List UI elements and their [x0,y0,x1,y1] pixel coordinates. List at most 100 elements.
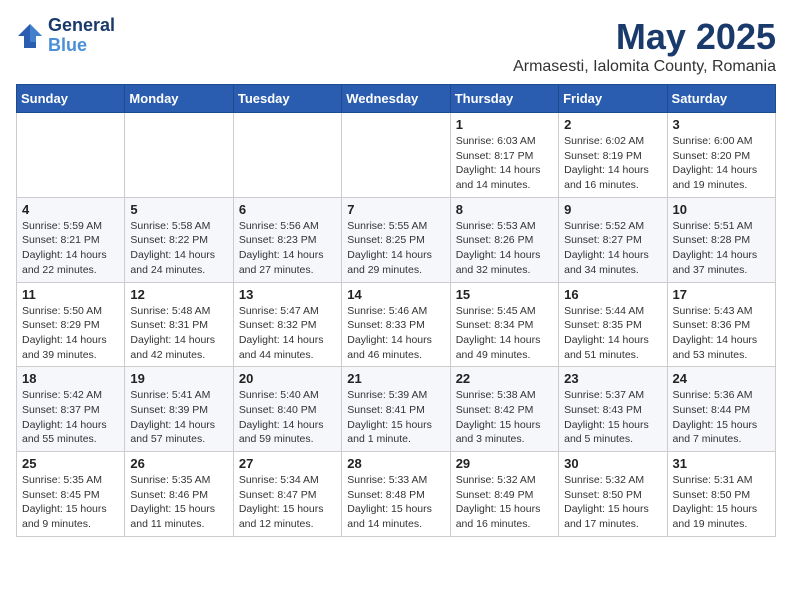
calendar-week-row: 11Sunrise: 5:50 AM Sunset: 8:29 PM Dayli… [17,282,776,367]
weekday-header: Saturday [667,85,775,113]
day-number: 29 [456,456,553,471]
day-info: Sunrise: 5:32 AM Sunset: 8:49 PM Dayligh… [456,473,553,532]
day-info: Sunrise: 5:37 AM Sunset: 8:43 PM Dayligh… [564,388,661,447]
calendar-cell: 9 Sunrise: 5:52 AM Sunset: 8:27 PM Daylig… [559,197,667,282]
day-number: 21 [347,371,444,386]
calendar-table: SundayMondayTuesdayWednesdayThursdayFrid… [16,84,776,537]
day-number: 31 [673,456,770,471]
day-number: 5 [130,202,227,217]
location-title: Armasesti, Ialomita County, Romania [513,58,776,76]
logo-icon [16,22,44,50]
day-number: 22 [456,371,553,386]
day-number: 20 [239,371,336,386]
calendar-cell: 24 Sunrise: 5:36 AM Sunset: 8:44 PM Dayli… [667,367,775,452]
day-number: 14 [347,287,444,302]
day-info: Sunrise: 5:36 AM Sunset: 8:44 PM Dayligh… [673,388,770,447]
day-info: Sunrise: 5:52 AM Sunset: 8:27 PM Dayligh… [564,219,661,278]
weekday-header: Sunday [17,85,125,113]
day-info: Sunrise: 5:45 AM Sunset: 8:34 PM Dayligh… [456,304,553,363]
day-info: Sunrise: 5:32 AM Sunset: 8:50 PM Dayligh… [564,473,661,532]
calendar-cell: 19 Sunrise: 5:41 AM Sunset: 8:39 PM Dayli… [125,367,233,452]
calendar-cell: 3 Sunrise: 6:00 AM Sunset: 8:20 PM Daylig… [667,113,775,198]
day-number: 13 [239,287,336,302]
calendar-cell: 20 Sunrise: 5:40 AM Sunset: 8:40 PM Dayli… [233,367,341,452]
calendar-cell: 5 Sunrise: 5:58 AM Sunset: 8:22 PM Daylig… [125,197,233,282]
day-number: 4 [22,202,119,217]
day-info: Sunrise: 6:03 AM Sunset: 8:17 PM Dayligh… [456,134,553,193]
day-number: 28 [347,456,444,471]
day-number: 25 [22,456,119,471]
day-number: 23 [564,371,661,386]
calendar-cell: 2Sunrise: 6:02 AM Sunset: 8:19 PM Daylig… [559,113,667,198]
calendar-cell: 10 Sunrise: 5:51 AM Sunset: 8:28 PM Dayli… [667,197,775,282]
day-number: 24 [673,371,770,386]
logo: General Blue [16,16,115,56]
calendar-header-row: SundayMondayTuesdayWednesdayThursdayFrid… [17,85,776,113]
day-number: 9 [564,202,661,217]
calendar-cell: 12Sunrise: 5:48 AM Sunset: 8:31 PM Dayli… [125,282,233,367]
calendar-cell: 17Sunrise: 5:43 AM Sunset: 8:36 PM Dayli… [667,282,775,367]
day-info: Sunrise: 5:40 AM Sunset: 8:40 PM Dayligh… [239,388,336,447]
day-number: 15 [456,287,553,302]
day-number: 30 [564,456,661,471]
day-info: Sunrise: 5:35 AM Sunset: 8:45 PM Dayligh… [22,473,119,532]
logo-text: General Blue [48,16,115,56]
day-info: Sunrise: 5:56 AM Sunset: 8:23 PM Dayligh… [239,219,336,278]
day-number: 1 [456,117,553,132]
day-info: Sunrise: 5:58 AM Sunset: 8:22 PM Dayligh… [130,219,227,278]
calendar-cell: 4 Sunrise: 5:59 AM Sunset: 8:21 PM Daylig… [17,197,125,282]
day-number: 3 [673,117,770,132]
calendar-cell [125,113,233,198]
calendar-cell [233,113,341,198]
day-info: Sunrise: 5:50 AM Sunset: 8:29 PM Dayligh… [22,304,119,363]
day-number: 12 [130,287,227,302]
weekday-header: Monday [125,85,233,113]
calendar-week-row: 1 Sunrise: 6:03 AM Sunset: 8:17 PM Daylig… [17,113,776,198]
day-info: Sunrise: 5:31 AM Sunset: 8:50 PM Dayligh… [673,473,770,532]
calendar-cell: 1 Sunrise: 6:03 AM Sunset: 8:17 PM Daylig… [450,113,558,198]
calendar-cell: 16Sunrise: 5:44 AM Sunset: 8:35 PM Dayli… [559,282,667,367]
day-info: Sunrise: 5:39 AM Sunset: 8:41 PM Dayligh… [347,388,444,447]
day-number: 18 [22,371,119,386]
day-number: 8 [456,202,553,217]
day-number: 10 [673,202,770,217]
day-info: Sunrise: 5:41 AM Sunset: 8:39 PM Dayligh… [130,388,227,447]
day-info: Sunrise: 5:34 AM Sunset: 8:47 PM Dayligh… [239,473,336,532]
calendar-cell: 18Sunrise: 5:42 AM Sunset: 8:37 PM Dayli… [17,367,125,452]
day-info: Sunrise: 5:53 AM Sunset: 8:26 PM Dayligh… [456,219,553,278]
title-block: May 2025 Armasesti, Ialomita County, Rom… [513,16,776,76]
day-number: 6 [239,202,336,217]
calendar-cell [17,113,125,198]
calendar-cell: 8 Sunrise: 5:53 AM Sunset: 8:26 PM Daylig… [450,197,558,282]
day-info: Sunrise: 5:55 AM Sunset: 8:25 PM Dayligh… [347,219,444,278]
calendar-cell: 14 Sunrise: 5:46 AM Sunset: 8:33 PM Dayli… [342,282,450,367]
day-number: 17 [673,287,770,302]
calendar-cell: 15 Sunrise: 5:45 AM Sunset: 8:34 PM Dayli… [450,282,558,367]
day-info: Sunrise: 5:51 AM Sunset: 8:28 PM Dayligh… [673,219,770,278]
day-info: Sunrise: 5:38 AM Sunset: 8:42 PM Dayligh… [456,388,553,447]
calendar-cell: 25 Sunrise: 5:35 AM Sunset: 8:45 PM Dayli… [17,452,125,537]
calendar-cell: 6 Sunrise: 5:56 AM Sunset: 8:23 PM Daylig… [233,197,341,282]
day-number: 7 [347,202,444,217]
day-number: 2 [564,117,661,132]
calendar-cell: 30 Sunrise: 5:32 AM Sunset: 8:50 PM Dayli… [559,452,667,537]
day-info: Sunrise: 6:00 AM Sunset: 8:20 PM Dayligh… [673,134,770,193]
calendar-cell: 7 Sunrise: 5:55 AM Sunset: 8:25 PM Daylig… [342,197,450,282]
day-info: Sunrise: 5:44 AM Sunset: 8:35 PM Dayligh… [564,304,661,363]
weekday-header: Friday [559,85,667,113]
day-number: 19 [130,371,227,386]
calendar-cell: 31 Sunrise: 5:31 AM Sunset: 8:50 PM Dayli… [667,452,775,537]
calendar-cell: 22 Sunrise: 5:38 AM Sunset: 8:42 PM Dayli… [450,367,558,452]
day-info: Sunrise: 5:47 AM Sunset: 8:32 PM Dayligh… [239,304,336,363]
weekday-header: Wednesday [342,85,450,113]
calendar-cell: 13 Sunrise: 5:47 AM Sunset: 8:32 PM Dayli… [233,282,341,367]
calendar-cell: 23 Sunrise: 5:37 AM Sunset: 8:43 PM Dayli… [559,367,667,452]
calendar-week-row: 25 Sunrise: 5:35 AM Sunset: 8:45 PM Dayli… [17,452,776,537]
weekday-header: Thursday [450,85,558,113]
calendar-cell: 27 Sunrise: 5:34 AM Sunset: 8:47 PM Dayli… [233,452,341,537]
day-info: Sunrise: 5:59 AM Sunset: 8:21 PM Dayligh… [22,219,119,278]
day-number: 27 [239,456,336,471]
weekday-header: Tuesday [233,85,341,113]
day-info: Sunrise: 5:46 AM Sunset: 8:33 PM Dayligh… [347,304,444,363]
page-header: General Blue May 2025 Armasesti, Ialomit… [16,16,776,76]
